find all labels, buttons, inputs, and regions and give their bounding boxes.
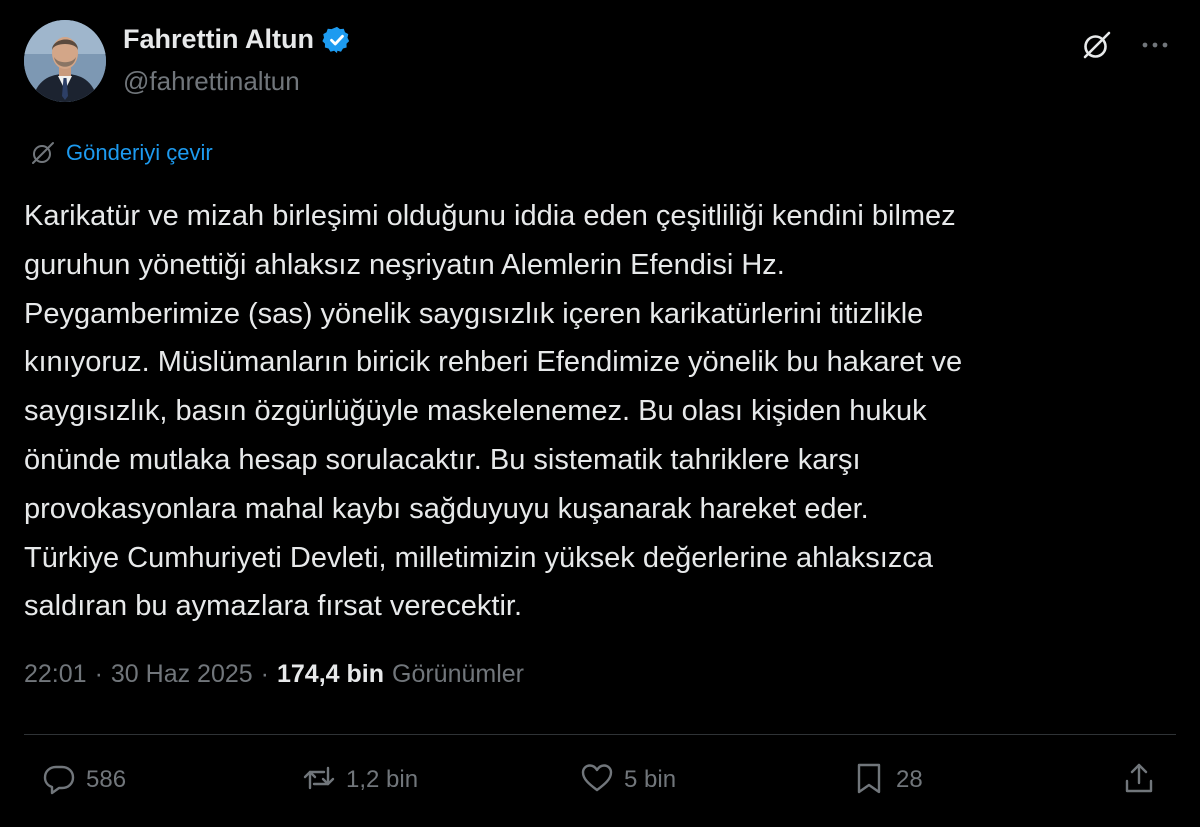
bookmark-button[interactable]: 28 bbox=[852, 760, 923, 800]
tweet-text-line: guruhun yönettiği ahlaksız neşriyatın Al… bbox=[24, 248, 785, 281]
like-count: 5 bin bbox=[624, 766, 677, 793]
translate-icon bbox=[30, 140, 56, 166]
tweet-text-line: saldıran bu aymazlara fırsat verecektir. bbox=[24, 590, 523, 623]
avatar-image bbox=[24, 20, 106, 102]
meta-separator: · bbox=[260, 660, 269, 688]
like-button[interactable]: 5 bin bbox=[580, 760, 676, 800]
tweet-time[interactable]: 22:01 bbox=[24, 660, 87, 689]
translate-post-label[interactable]: Gönderiyi çevir bbox=[66, 140, 213, 166]
repost-button[interactable]: 1,2 bin bbox=[302, 760, 418, 800]
avatar[interactable] bbox=[24, 20, 106, 102]
tweet-text-line: Peygamberimize (sas) yönelik saygısızlık… bbox=[24, 297, 924, 330]
reply-count: 586 bbox=[86, 766, 127, 793]
reply-button[interactable]: 586 bbox=[42, 760, 126, 800]
divider bbox=[24, 734, 1176, 735]
views-count[interactable]: 174,4 bin bbox=[277, 660, 384, 689]
repost-icon bbox=[302, 761, 336, 800]
tweet-text-line: kınıyoruz. Müslümanların biricik rehberi… bbox=[24, 346, 963, 379]
grok-icon[interactable] bbox=[1080, 28, 1114, 62]
tweet-text-line: Türkiye Cumhuriyeti Devleti, milletimizi… bbox=[24, 541, 933, 574]
tweet-text-line: Karikatür ve mizah birleşimi olduğunu id… bbox=[24, 200, 956, 232]
share-button[interactable] bbox=[1122, 760, 1156, 800]
tweet-date[interactable]: 30 Haz 2025 bbox=[111, 660, 253, 689]
repost-count: 1,2 bin bbox=[346, 766, 419, 793]
share-icon bbox=[1122, 761, 1156, 800]
tweet-text-line: provokasyonlara mahal kaybı sağduyuyu ku… bbox=[24, 492, 869, 525]
translate-post-link[interactable]: Gönderiyi çevir bbox=[30, 140, 213, 166]
views-label[interactable]: Görünümler bbox=[392, 660, 524, 689]
author-name-row[interactable]: Fahrettin Altun bbox=[123, 24, 352, 55]
author-display-name[interactable]: Fahrettin Altun bbox=[123, 24, 314, 55]
tweet-text-line: saygısızlık, basın özgürlüğüyle maskelen… bbox=[24, 395, 927, 428]
tweet-text-line: önünde mutlaka hesap sorulacaktır. Bu si… bbox=[24, 443, 861, 476]
verified-badge-icon bbox=[322, 25, 352, 55]
author-handle[interactable]: @fahrettinaltun bbox=[123, 66, 300, 97]
bookmark-icon bbox=[852, 761, 886, 800]
bookmark-count: 28 bbox=[896, 766, 923, 793]
more-options-icon[interactable] bbox=[1138, 28, 1172, 62]
meta-separator: · bbox=[94, 660, 103, 688]
heart-icon bbox=[580, 761, 614, 800]
tweet-text: Karikatür ve mizah birleşimi olduğunu id… bbox=[24, 192, 1144, 631]
reply-icon bbox=[42, 761, 76, 800]
tweet-meta: 22:01 · 30 Haz 2025 · 174,4 bin Görünüml… bbox=[24, 660, 524, 689]
